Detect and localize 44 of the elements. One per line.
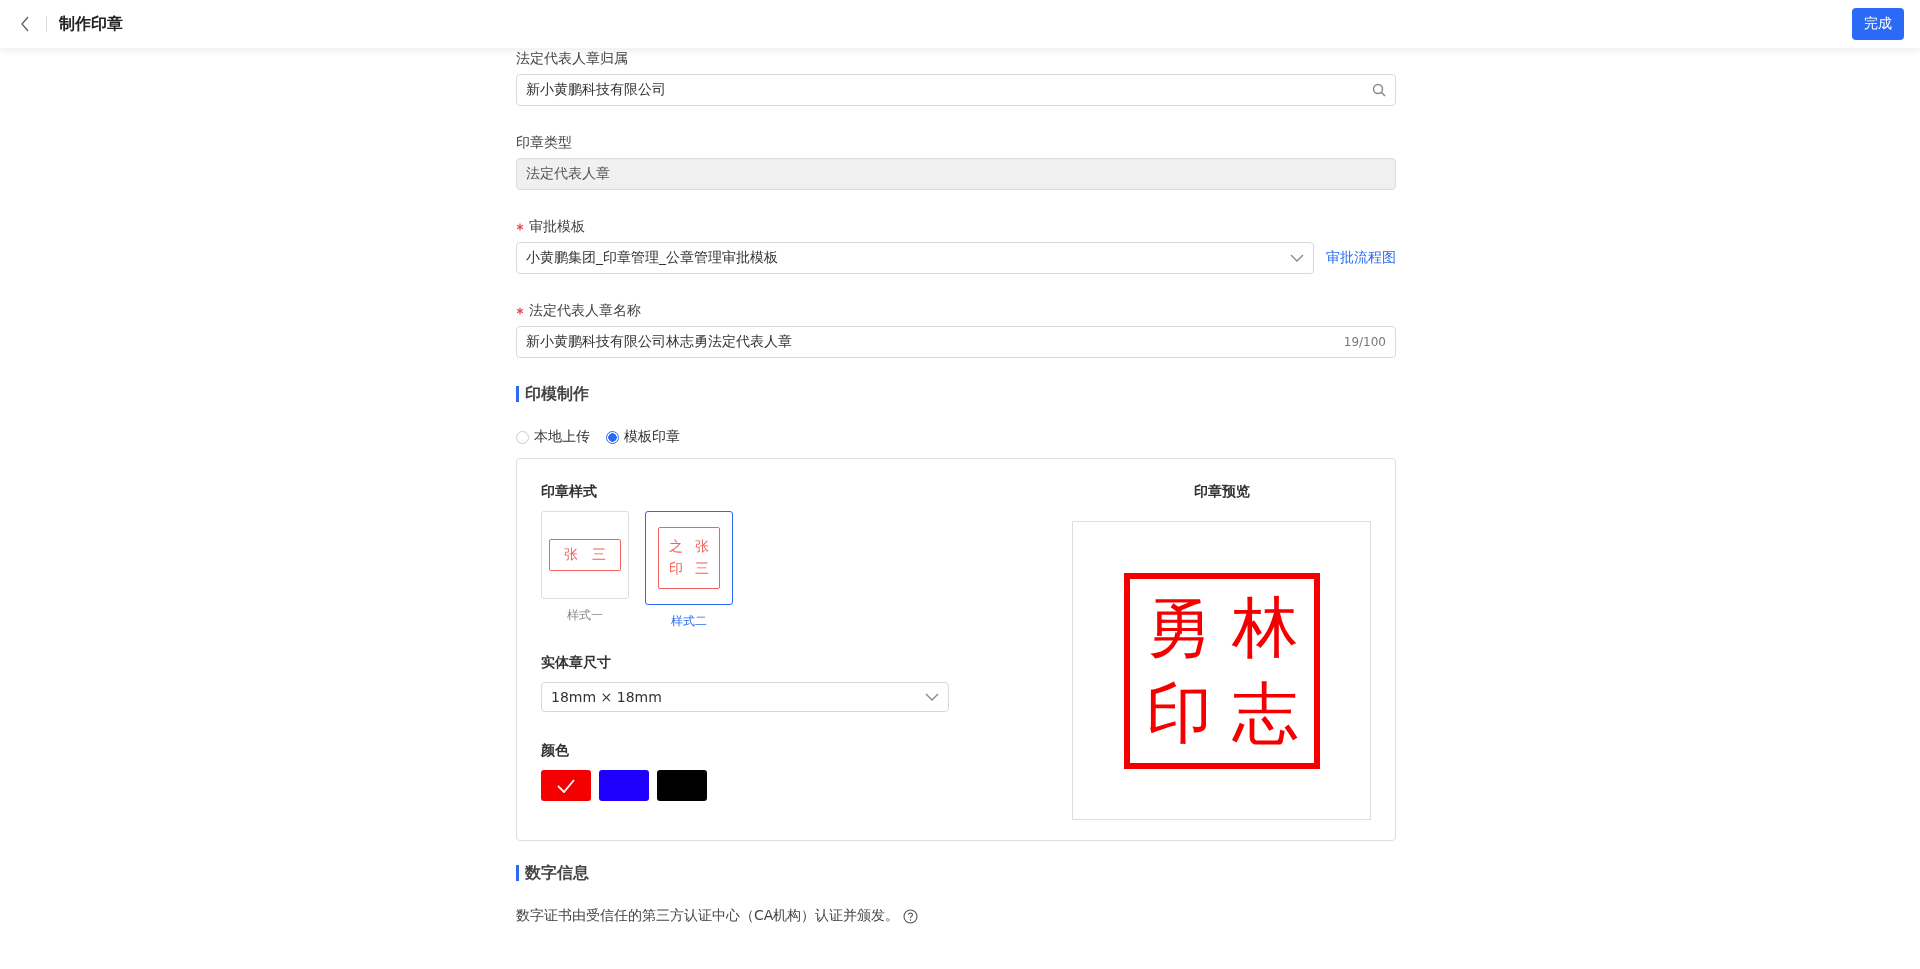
chevron-down-icon	[925, 693, 939, 701]
character-count: 19/100	[1343, 335, 1386, 349]
radio-option[interactable]: 本地上传	[516, 428, 590, 446]
chevron-down-icon	[1290, 254, 1304, 262]
radio-label: 模板印章	[624, 428, 680, 446]
radio-option[interactable]: 模板印章	[606, 428, 680, 446]
search-icon	[1372, 83, 1386, 97]
field-label: 法定代表人章归属	[516, 50, 628, 68]
done-button[interactable]: 完成	[1852, 8, 1904, 40]
preview-title: 印章预览	[1193, 483, 1250, 501]
seal-character: 张	[695, 538, 709, 556]
seal-character: 三	[592, 546, 606, 564]
section-title: 印模制作	[516, 386, 1396, 402]
seal-character: 印	[1145, 680, 1212, 747]
back-icon	[20, 16, 30, 32]
seal-character: 之	[669, 538, 683, 556]
style-name: 样式二	[671, 613, 707, 630]
seal-character: 三	[695, 560, 709, 578]
field-label: 审批模板	[529, 218, 585, 236]
color-swatch[interactable]	[657, 770, 707, 801]
template-select[interactable]: 小黄鹏集团_印章管理_公章管理审批模板	[516, 242, 1314, 274]
input-field[interactable]: 新小黄鹏科技有限公司	[516, 74, 1396, 106]
section-title: 数字信息	[516, 865, 1396, 881]
field-label: 印章类型	[516, 134, 572, 152]
style-name: 样式一	[567, 607, 603, 624]
field-label: 法定代表人章名称	[529, 302, 641, 320]
check-icon	[557, 778, 575, 793]
color-swatch[interactable]	[541, 770, 591, 801]
size-label: 实体章尺寸	[541, 654, 612, 672]
page-title: 制作印章	[59, 13, 123, 35]
help-icon[interactable]	[903, 908, 919, 924]
radio-label: 本地上传	[534, 428, 590, 446]
style-label: 印章样式	[541, 483, 598, 501]
size-select[interactable]: 18mm × 18mm	[541, 682, 949, 712]
seal-character: 勇	[1145, 594, 1212, 661]
description-text: 数字证书由受信任的第三方认证中心（CA机构）认证并颁发。	[516, 907, 900, 925]
seal-character: 志	[1231, 680, 1298, 747]
seal-character: 张	[564, 546, 578, 564]
input-field[interactable]: 新小黄鹏科技有限公司林志勇法定代表人章 19/100	[516, 326, 1396, 358]
seal-character: 林	[1231, 594, 1298, 661]
color-label: 颜色	[541, 742, 570, 760]
color-swatch[interactable]	[599, 770, 649, 801]
flowchart-link[interactable]: 审批流程图	[1326, 249, 1396, 267]
seal-character: 印	[669, 560, 683, 578]
